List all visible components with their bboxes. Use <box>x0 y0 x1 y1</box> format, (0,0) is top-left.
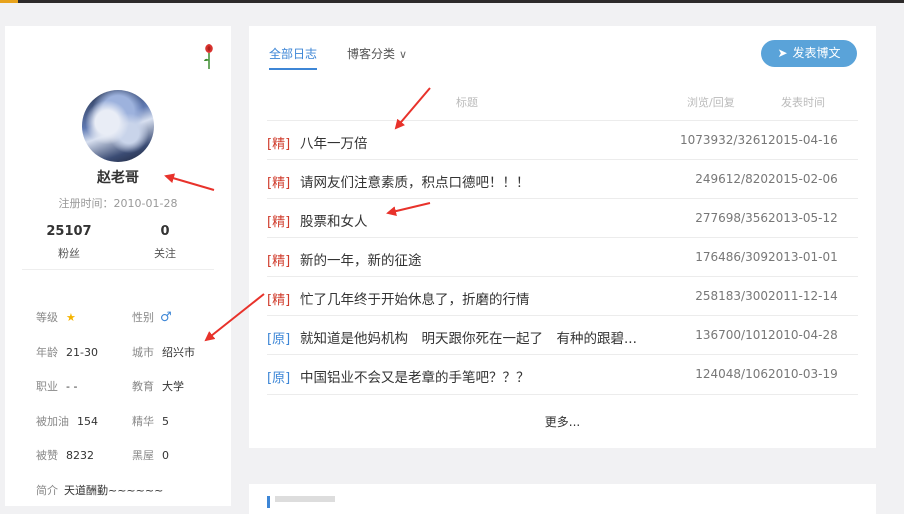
table-row[interactable]: [精] 八年一万倍 1073932/3261 2015-04-16 <box>267 120 858 160</box>
post-date: 2013-05-12 <box>768 211 838 225</box>
avatar[interactable] <box>82 90 154 162</box>
post-blog-button[interactable]: ➤ 发表博文 <box>761 40 857 67</box>
original-tag: [原] <box>267 371 291 386</box>
info-gender: 性别 ♂ <box>132 309 172 325</box>
original-tag: [原] <box>267 332 291 347</box>
post-views: 136700/101 <box>695 328 768 342</box>
post-views: 176486/309 <box>695 250 768 264</box>
info-key: 被加油 <box>36 415 69 428</box>
info-value: - - <box>66 380 78 393</box>
post-views: 1073932/3261 <box>679 133 768 147</box>
info-essence: 精华 5 <box>132 413 169 429</box>
post-date: 2013-01-01 <box>768 250 838 264</box>
section-heading-placeholder <box>275 496 335 502</box>
info-city: 城市 绍兴市 <box>132 344 195 360</box>
info-key: 精华 <box>132 415 154 428</box>
register-time: 注册时间：2010-01-28 <box>58 197 178 210</box>
post-title-link[interactable]: 八年一万倍 <box>300 132 660 152</box>
top-bar <box>0 0 904 3</box>
post-views: 249612/820 <box>695 172 768 186</box>
post-views: 277698/356 <box>695 211 768 225</box>
info-key: 被赞 <box>36 449 58 462</box>
post-date: 2010-04-28 <box>768 328 838 342</box>
post-title-link[interactable]: 忙了几年终于开始休息了，折磨的行情 <box>300 288 660 308</box>
info-value: 154 <box>77 415 98 428</box>
fans-count[interactable]: 25107 <box>19 224 119 239</box>
blog-card: 全部日志 博客分类 ∨ ➤ 发表博文 标题 浏览/回复 发表时间 [精] 八年一万倍… <box>249 26 876 448</box>
table-row[interactable]: [原] 中国铝业不会又是老章的手笔吧？？？ 124048/106 2010-03… <box>267 354 858 394</box>
paper-plane-icon: ➤ <box>777 46 788 60</box>
info-key: 年龄 <box>36 346 58 359</box>
post-date: 2011-12-14 <box>768 289 838 303</box>
rose-icon[interactable] <box>201 42 217 70</box>
info-liked: 被赞 8232 <box>36 447 94 463</box>
profile-divider <box>22 269 214 270</box>
info-value: 绍兴市 <box>162 346 195 359</box>
table-bottom-divider <box>267 394 858 395</box>
tab-blog-category[interactable]: 博客分类 ∨ <box>347 45 407 62</box>
info-key: 性别 <box>132 311 154 324</box>
table-row[interactable]: [精] 新的一年，新的征途 176486/309 2013-01-01 <box>267 237 858 277</box>
post-date: 2015-02-06 <box>768 172 838 186</box>
post-views: 258183/300 <box>695 289 768 303</box>
info-value: 天道酬勤~~~~~~ <box>64 484 164 497</box>
info-key: 简介 <box>36 484 58 497</box>
star-icon: ★ <box>66 311 76 324</box>
tab-category-label: 博客分类 <box>347 47 396 61</box>
post-title-link[interactable]: 就知道是他妈机构 明天跟你死在一起了 有种的跟碧... <box>300 327 660 347</box>
essence-tag: [精] <box>267 215 291 230</box>
post-title-link[interactable]: 中国铝业不会又是老章的手笔吧？？？ <box>300 366 660 386</box>
info-job: 职业 - - <box>36 378 77 394</box>
profile-nickname[interactable]: 赵老哥 <box>5 167 231 187</box>
fans-label: 粉丝 <box>58 247 80 260</box>
info-key: 城市 <box>132 346 154 359</box>
follow-label: 关注 <box>154 247 176 260</box>
male-icon: ♂ <box>160 310 172 325</box>
info-value: 5 <box>162 415 169 428</box>
section-marker <box>267 496 270 508</box>
table-row[interactable]: [精] 请网友们注意素质，积点口德吧！！！ 249612/820 2015-02… <box>267 159 858 199</box>
follow-count[interactable]: 0 <box>115 224 215 239</box>
essence-tag: [精] <box>267 254 291 269</box>
post-title-link[interactable]: 股票和女人 <box>300 210 660 230</box>
info-value: 21-30 <box>66 346 98 359</box>
essence-tag: [精] <box>267 137 291 152</box>
info-blackroom: 黑屋 0 <box>132 447 169 463</box>
more-link[interactable]: 更多... <box>249 413 876 430</box>
info-value: 8232 <box>66 449 94 462</box>
column-title-header: 标题 <box>456 96 478 109</box>
chevron-down-icon: ∨ <box>399 48 408 61</box>
info-key: 职业 <box>36 380 58 393</box>
post-date: 2015-04-16 <box>768 133 838 147</box>
table-row[interactable]: [精] 忙了几年终于开始休息了，折磨的行情 258183/300 2011-12… <box>267 276 858 316</box>
essence-tag: [精] <box>267 176 291 191</box>
post-date: 2010-03-19 <box>768 367 838 381</box>
info-key: 等级 <box>36 311 58 324</box>
info-key: 教育 <box>132 380 154 393</box>
post-views: 124048/106 <box>695 367 768 381</box>
info-education: 教育 大学 <box>132 378 184 394</box>
profile-card: 赵老哥 注册时间：2010-01-28 25107 粉丝 0 关注 等级 ★ 性别… <box>5 26 231 506</box>
next-section-card <box>249 484 876 514</box>
info-level: 等级 ★ <box>36 309 76 325</box>
column-date-header: 发表时间 <box>781 96 825 109</box>
table-row[interactable]: [精] 股票和女人 277698/356 2013-05-12 <box>267 198 858 238</box>
column-views-header: 浏览/回复 <box>687 96 735 109</box>
table-row[interactable]: [原] 就知道是他妈机构 明天跟你死在一起了 有种的跟碧... 136700/1… <box>267 315 858 355</box>
info-age: 年龄 21-30 <box>36 344 98 360</box>
info-value: 大学 <box>162 380 184 393</box>
essence-tag: [精] <box>267 293 291 308</box>
post-blog-label: 发表博文 <box>792 46 841 60</box>
info-key: 黑屋 <box>132 449 154 462</box>
info-value: 0 <box>162 449 169 462</box>
info-intro: 简介 天道酬勤~~~~~~ <box>36 482 163 498</box>
tab-all-posts[interactable]: 全部日志 <box>269 45 318 70</box>
post-title-link[interactable]: 请网友们注意素质，积点口德吧！！！ <box>300 171 660 191</box>
post-title-link[interactable]: 新的一年，新的征途 <box>300 249 660 269</box>
info-cheered: 被加油 154 <box>36 413 98 429</box>
top-bar-accent <box>0 0 18 3</box>
